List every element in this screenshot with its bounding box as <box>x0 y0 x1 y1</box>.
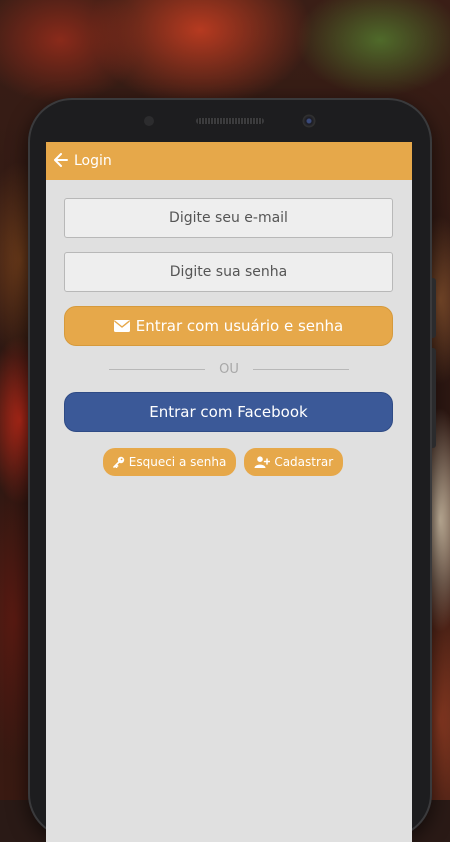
front-camera <box>302 114 316 128</box>
user-plus-icon <box>254 456 271 468</box>
register-button[interactable]: Cadastrar <box>244 448 344 476</box>
volume-button <box>432 278 436 338</box>
app-screen: Login Digite seu e-mail Digite sua senha… <box>46 142 412 842</box>
register-label: Cadastrar <box>274 455 334 469</box>
login-button-label: Entrar com usuário e senha <box>135 317 344 335</box>
secondary-actions: Esqueci a senha Cadastrar <box>64 448 394 476</box>
envelope-icon <box>113 320 130 332</box>
app-bar: Login <box>46 142 412 180</box>
login-button[interactable]: Entrar com usuário e senha <box>64 306 393 346</box>
earpiece-speaker <box>196 118 264 124</box>
power-button <box>432 348 436 448</box>
forgot-password-label: Esqueci a senha <box>128 455 227 469</box>
phone-frame: Login Digite seu e-mail Digite sua senha… <box>28 98 436 842</box>
divider-text: OU <box>219 361 239 377</box>
password-input[interactable]: Digite sua senha <box>64 252 393 292</box>
divider-line-left <box>109 368 206 370</box>
facebook-login-button[interactable]: Entrar com Facebook <box>64 392 393 432</box>
email-placeholder: Digite seu e-mail <box>169 210 288 226</box>
login-form: Digite seu e-mail Digite sua senha Entra… <box>46 180 412 476</box>
or-divider: OU <box>64 346 394 392</box>
arrow-left-icon[interactable] <box>54 152 68 170</box>
page-title: Login <box>74 153 112 169</box>
proximity-sensor <box>144 116 154 126</box>
facebook-button-label: Entrar com Facebook <box>149 403 308 421</box>
forgot-password-button[interactable]: Esqueci a senha <box>102 448 237 476</box>
password-placeholder: Digite sua senha <box>169 264 288 280</box>
arrow-left-icon-svg <box>54 152 68 167</box>
email-input[interactable]: Digite seu e-mail <box>64 198 393 238</box>
divider-line-right <box>252 368 349 370</box>
key-icon <box>112 456 125 468</box>
